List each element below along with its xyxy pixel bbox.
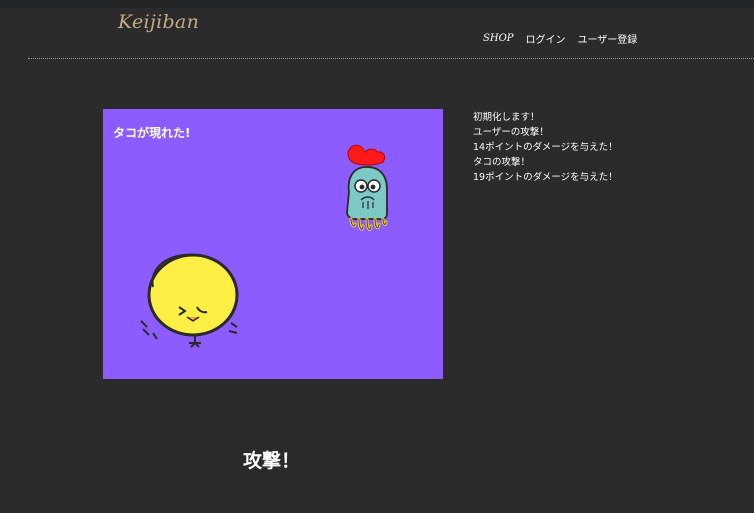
- nav-shop-link[interactable]: SHOP: [483, 33, 514, 44]
- battle-message: タコが現れた!: [113, 126, 191, 140]
- nav-register-link[interactable]: ユーザー登録: [578, 31, 638, 46]
- octopus-monster-icon: [346, 144, 388, 232]
- log-entry: タコの攻撃！: [473, 157, 531, 168]
- battle-stage: タコが現れた!: [103, 109, 443, 379]
- battle-log: 初期化します！ ユーザーの攻撃！ 14ポイントのダメージを与えた！ タコの攻撃！…: [473, 110, 618, 185]
- log-entry: 初期化します！: [473, 112, 540, 123]
- header-divider: [28, 58, 754, 59]
- yellow-chick-icon: [140, 253, 239, 348]
- log-entry: 19ポイントのダメージを与えた！: [473, 172, 618, 183]
- site-logo[interactable]: Keijiban: [118, 11, 199, 33]
- log-entry: 14ポイントのダメージを与えた！: [473, 142, 618, 153]
- attack-button[interactable]: 攻撃！: [243, 446, 300, 473]
- log-entry: ユーザーの攻撃！: [473, 127, 549, 138]
- header-nav: SHOP ログイン ユーザー登録: [483, 31, 649, 46]
- window-top-bar: [0, 0, 754, 8]
- nav-login-link[interactable]: ログイン: [526, 31, 566, 46]
